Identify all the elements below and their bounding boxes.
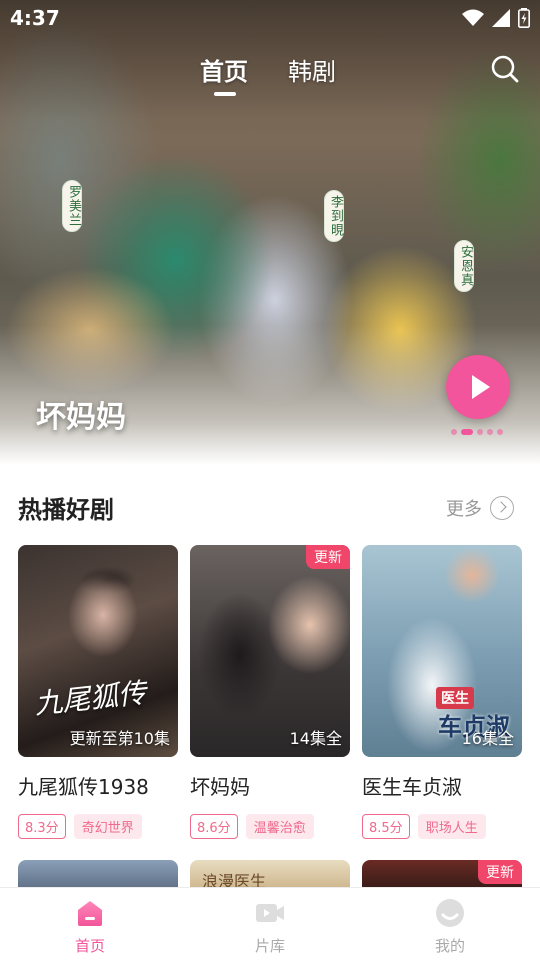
video-library-icon	[256, 904, 284, 922]
score-tag: 8.6分	[190, 814, 238, 839]
section-title: 热播好剧	[18, 496, 114, 524]
profile-icon	[436, 899, 464, 927]
status-icons	[462, 8, 530, 28]
nav-library-label: 片库	[254, 937, 285, 955]
poster-logo: 医生	[436, 687, 474, 709]
drama-card[interactable]: 医生 车贞淑 16集全 医生车贞淑 8.5分 职场人生	[362, 545, 522, 839]
card-tags: 8.6分 温馨治愈	[190, 814, 350, 839]
nav-home[interactable]: 首页	[40, 888, 140, 960]
nav-profile[interactable]: 我的	[400, 888, 500, 960]
carousel-indicator	[451, 429, 503, 435]
tab-active-indicator	[214, 92, 236, 96]
nav-library[interactable]: 片库	[220, 888, 320, 960]
genre-tag[interactable]: 职场人生	[417, 814, 486, 839]
poster-image[interactable]: 九尾狐传 更新至第10集	[18, 545, 178, 757]
card-title[interactable]: 医生车贞淑	[362, 771, 522, 800]
card-title[interactable]: 坏妈妈	[190, 771, 350, 800]
chevron-right-icon	[490, 496, 514, 520]
play-button[interactable]	[446, 355, 510, 419]
nav-profile-label: 我的	[434, 937, 465, 955]
update-badge: 更新	[478, 860, 522, 884]
episode-status: 14集全	[289, 729, 342, 748]
carousel-dot[interactable]	[477, 429, 483, 435]
card-title[interactable]: 九尾狐传1938	[18, 771, 178, 800]
tab-home[interactable]: 首页	[200, 52, 248, 87]
search-button[interactable]	[490, 54, 520, 84]
more-button[interactable]: 更多	[446, 494, 514, 522]
cast-label: 罗美兰	[62, 180, 82, 232]
battery-icon	[518, 8, 530, 28]
poster-image[interactable]: 医生 车贞淑 16集全	[362, 545, 522, 757]
poster-image[interactable]: 更新 14集全	[190, 545, 350, 757]
cast-label: 安恩真	[454, 240, 474, 292]
carousel-dot[interactable]	[497, 429, 503, 435]
score-tag: 8.5分	[362, 814, 410, 839]
episode-status: 更新至第10集	[69, 729, 170, 748]
genre-tag[interactable]: 温馨治愈	[245, 814, 314, 839]
bottom-nav: 首页 片库 我的	[0, 887, 540, 960]
poster-title-art: 九尾狐传	[32, 676, 148, 721]
drama-card[interactable]: 更新 14集全 坏妈妈 8.6分 温馨治愈	[190, 545, 350, 839]
carousel-dot[interactable]	[451, 429, 457, 435]
score-tag: 8.3分	[18, 814, 66, 839]
hero-banner[interactable]: 罗美兰 李到晛 安恩真 坏妈妈	[0, 0, 540, 465]
cast-label: 李到晛	[324, 190, 344, 242]
home-icon	[78, 901, 102, 926]
wifi-icon	[462, 9, 484, 26]
more-label: 更多	[446, 499, 482, 520]
drama-card[interactable]: 九尾狐传 更新至第10集 九尾狐传1938 8.3分 奇幻世界	[18, 545, 178, 839]
hero-title[interactable]: 坏妈妈	[36, 392, 126, 436]
carousel-dot-active[interactable]	[461, 429, 473, 435]
episode-status: 16集全	[461, 729, 514, 748]
nav-home-label: 首页	[74, 937, 105, 955]
update-badge: 更新	[306, 545, 350, 569]
card-tags: 8.5分 职场人生	[362, 814, 522, 839]
signal-icon	[492, 9, 510, 27]
status-time: 4:37	[10, 6, 60, 30]
tab-korean-drama[interactable]: 韩剧	[288, 52, 336, 87]
genre-tag[interactable]: 奇幻世界	[73, 814, 142, 839]
carousel-dot[interactable]	[487, 429, 493, 435]
search-icon	[491, 55, 519, 83]
card-tags: 8.3分 奇幻世界	[18, 814, 178, 839]
status-bar: 4:37	[0, 0, 540, 36]
